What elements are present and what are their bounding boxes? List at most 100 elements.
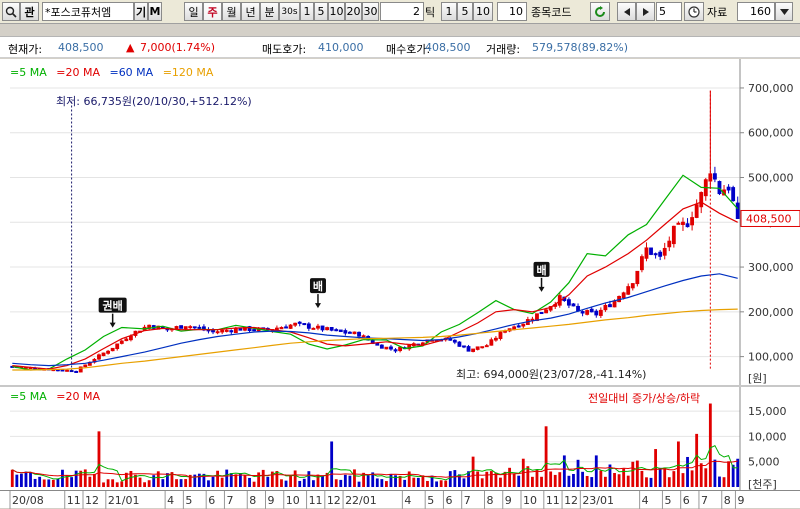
volume-bar [42,479,46,487]
candle-body [603,304,608,311]
volume-bar [179,479,183,487]
gi-button[interactable]: 기 [134,2,148,21]
volume-bar [311,480,315,487]
candle-body [179,325,184,329]
chevron-down-icon [779,8,789,15]
time-tick-label: 10 [286,494,300,507]
volume-bar [88,476,92,487]
volume-bar [280,479,283,487]
event-badge-label: 권배 [103,299,123,313]
candle-body [306,323,311,329]
candle-body [65,369,69,372]
volume-bar [462,478,466,487]
price-chart-panel[interactable]: =5 MA =20 MA =60 MA =120 MA 최저: 66,735원(… [0,59,800,385]
period-month-button[interactable]: 월 [222,2,241,21]
volume-bar [681,473,685,487]
m-button[interactable]: M [148,2,162,21]
volume-bar [15,474,19,487]
volume-bar [257,472,261,487]
next-button[interactable] [636,2,655,21]
volume-bar [225,469,229,487]
volume-bar [97,431,101,487]
volume-bar [289,475,293,487]
volume-bar [38,476,42,487]
candle-body [694,204,699,218]
candle-body [662,247,667,256]
candle-body [229,330,234,333]
time-tick-label: 5 [664,494,671,507]
candle-body [484,345,489,348]
data-count-select[interactable]: 160 [737,2,775,21]
clock-button[interactable] [684,2,704,21]
volume-bar [412,477,416,487]
refresh-button[interactable] [590,2,610,21]
time-tick-label: 8 [487,494,494,507]
volume-bar [558,472,562,487]
event-badge-label: 배 [313,279,323,293]
volume-tick-label: 15,000 [748,405,787,418]
candle-body [124,338,129,342]
period-day-button[interactable]: 일 [184,2,203,21]
volume-bar [129,470,133,487]
volume-bar [508,467,512,487]
period-minute-button[interactable]: 분 [260,2,279,21]
data-count-dropdown[interactable] [775,2,793,21]
candle-body [106,350,111,354]
candle-body [626,286,631,295]
volume-bar [70,477,74,487]
volume-bar [51,479,55,487]
volume-bar [10,469,14,487]
candle-body [375,342,380,346]
period-week-button[interactable]: 주 [203,2,222,21]
period-year-button[interactable]: 년 [241,2,260,21]
clock-icon [688,5,700,18]
candle-body [101,352,106,357]
tick-value-input[interactable]: 10 [497,2,527,21]
minute-1-button[interactable]: 1 [300,2,314,21]
time-tick-label: 11 [546,494,560,507]
tick-1-button[interactable]: 1 [441,2,457,21]
event-arrow-head [314,303,321,309]
volume-chart-panel[interactable]: =5 MA =20 MA 전일대비 증가/상승/하락 15,000 10,000 5… [0,387,800,490]
current-price-label: 408,500 [746,212,792,225]
candle-body [717,181,722,195]
volume-bar [348,475,352,487]
time-tick-label: 4 [167,494,174,507]
candle-body [598,309,603,316]
candle-body [685,223,690,228]
candle-body [316,325,320,329]
volume-tick-label: 5,000 [748,456,780,469]
volume-bar [248,477,251,487]
tick-5-button[interactable]: 5 [457,2,473,21]
event-arrow-head [538,286,545,292]
candle-body [252,329,257,332]
candle-body [493,337,498,341]
minute-20-button[interactable]: 20 [345,2,362,21]
period-30s-button[interactable]: 30s [279,2,300,21]
code-search-button[interactable]: 관 [20,2,39,21]
candle-body [521,323,526,327]
volume-bar [421,475,425,487]
time-tick-label: 12 [327,494,341,507]
search-icon-button[interactable] [2,2,20,21]
volume-bar [33,478,37,487]
volume-bar [111,479,115,487]
volume-bar [366,475,370,487]
tick-count-input[interactable]: 2 [380,2,424,21]
count-input[interactable]: 5 [656,2,682,21]
volume-bar [284,480,288,487]
volume-bar [631,461,635,487]
time-tick-label: 12 [564,494,578,507]
minute-10-button[interactable]: 10 [328,2,345,21]
stock-name-field[interactable]: *포스코퓨처엠 [42,2,134,21]
tick-10-button[interactable]: 10 [473,2,493,21]
volume-bar [727,461,731,487]
prev-button[interactable] [617,2,636,21]
minute-5-button[interactable]: 5 [314,2,328,21]
candle-body [274,327,279,330]
volume-bar [553,474,557,487]
candle-body [576,305,580,312]
minute-30-button[interactable]: 30 [362,2,379,21]
time-tick-label: 11 [67,494,81,507]
time-tick-label: 5 [427,494,434,507]
